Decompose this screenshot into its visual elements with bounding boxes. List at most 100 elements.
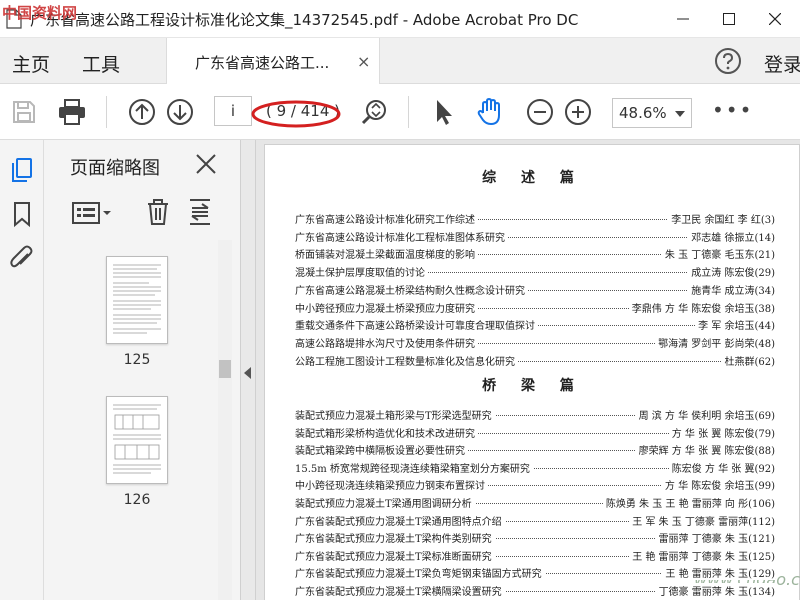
page-thumbnail-125[interactable]: [106, 256, 168, 344]
zoom-out-button[interactable]: [524, 96, 556, 128]
collapse-panel-icon[interactable]: [244, 367, 251, 379]
hand-icon: [477, 97, 500, 126]
toc-entry-authors: 方 华 张 翼 陈宏俊(79): [668, 424, 775, 440]
site-watermark: 中国资料网: [2, 4, 78, 22]
help-icon[interactable]: [714, 47, 742, 75]
menu-tools[interactable]: 工具: [82, 50, 120, 77]
login-link[interactable]: 登录: [764, 50, 800, 77]
toc-entry-authors: 王 艳 雷丽萍 丁德豪 朱 玉(125): [629, 547, 775, 563]
toc-entry-title: 中小跨径现浇连续箱梁预应力钢束布置探讨: [295, 477, 488, 493]
bookmark-icon[interactable]: [8, 200, 36, 228]
thumbnail-scrollbar[interactable]: [218, 240, 232, 600]
tab-close-button[interactable]: ×: [357, 52, 370, 71]
toc-entry-authors: 杜燕群(62): [721, 352, 775, 368]
toc-entry-title: 装配式预应力混凝土箱形梁与T形梁选型研究: [295, 407, 495, 422]
toc-entry-authors: 丁德豪 雷丽萍 朱 玉(134): [655, 583, 775, 598]
save-button[interactable]: [8, 96, 40, 128]
toc-entry-title: 广东省装配式预应力混凝土T梁通用图特点介绍: [295, 512, 505, 528]
toc-entry-title: 广东省装配式预应力混凝土T梁负弯矩钢束锚固方式研究: [295, 565, 545, 581]
toc-entry[interactable]: 广东省装配式预应力混凝土T梁负弯矩钢束锚固方式研究 王 艳 雷丽萍 朱 玉(129…: [295, 565, 775, 581]
toc-entry[interactable]: 混凝土保护层厚度取值的讨论 成立涛 陈宏俊(29): [295, 264, 775, 280]
page-thumbnails-icon[interactable]: [8, 156, 36, 184]
tab-document-label: 广东省高速公路工...: [195, 54, 330, 72]
close-window-button[interactable]: [752, 0, 798, 38]
toc-entry[interactable]: 广东省装配式预应力混凝土T梁标准断面研究 王 艳 雷丽萍 丁德豪 朱 玉(125): [295, 547, 775, 564]
toc-entry[interactable]: 15.5m 桥宽常规跨径现浇连续箱梁箱室划分方案研究 陈宏俊 方 华 张 翼(92…: [295, 459, 775, 476]
toc-entry[interactable]: 中小跨径预应力混凝土桥梁预应力度研究 李鼎伟 方 华 陈宏俊 余培玉(38): [295, 299, 775, 316]
zoom-search-icon: [361, 100, 386, 125]
thumbnail-label: 126: [123, 492, 151, 508]
annotation-ellipse: [251, 100, 341, 128]
toc-entry-title: 装配式箱梁跨中横隔板设置必要性研究: [295, 442, 468, 458]
toc-entry[interactable]: 广东省高速公路设计标准化工程标准图体系研究 邓志雄 徐振立(14): [295, 228, 775, 245]
toc-entry-title: 中小跨径预应力混凝土桥梁预应力度研究: [295, 299, 478, 315]
scrollbar-thumb[interactable]: [219, 360, 231, 378]
toc-entry-authors: 王 军 朱 玉 丁德豪 雷丽萍(112): [629, 512, 775, 528]
cursor-arrow-icon: [437, 100, 452, 125]
toc-entry-authors: 朱 玉 丁德豪 毛玉东(21): [661, 246, 775, 262]
thumbnail-options-icon[interactable]: [72, 200, 112, 226]
navigation-rail: [0, 140, 44, 600]
page-number-input[interactable]: i: [214, 96, 252, 126]
panel-splitter[interactable]: [240, 140, 256, 600]
toc-entry-authors: 鄂海清 罗剑平 彭尚荣(48): [655, 334, 775, 350]
toc-entry-authors: 雷丽萍 丁德豪 朱 玉(121): [655, 530, 775, 546]
tab-document[interactable]: 广东省高速公路工... ×: [166, 38, 380, 84]
save-icon: [13, 101, 35, 123]
pdf-page: 综 述 篇 广东省高速公路设计标准化研究工作综述 李卫民 余国红 李 红(3) 广东…: [264, 144, 800, 600]
chevron-down-icon: [675, 111, 685, 117]
page-thumbnail-126[interactable]: [106, 396, 168, 484]
document-view: 综 述 篇 广东省高速公路设计标准化研究工作综述 李卫民 余国红 李 红(3) 广东…: [256, 140, 800, 600]
menu-home[interactable]: 主页: [12, 50, 50, 77]
window-title: 广东省高速公路工程设计标准化论文集_14372545.pdf - Adobe A…: [30, 11, 579, 29]
toc-entry[interactable]: 装配式预应力混凝土T梁通用图调研分析 陈焕勇 朱 玉 王 艳 雷丽萍 向 彤(10…: [295, 495, 775, 511]
print-button[interactable]: [56, 96, 88, 128]
toc-entry-title: 装配式预应力混凝土T梁通用图调研分析: [295, 495, 475, 510]
toc-entry[interactable]: 装配式预应力混凝土箱形梁与T形梁选型研究 周 滨 方 华 侯利明 余培玉(69): [295, 407, 775, 423]
toc-entry-authors: 邓志雄 徐振立(14): [688, 228, 775, 244]
next-page-button[interactable]: [164, 96, 196, 128]
toc-entry[interactable]: 广东省装配式预应力混凝土T梁通用图特点介绍 王 军 朱 玉 丁德豪 雷丽萍(112…: [295, 512, 775, 529]
toc-entry-title: 高速公路路堤排水沟尺寸及使用条件研究: [295, 334, 478, 350]
toc-entry[interactable]: 广东省高速公路混凝土桥梁结构耐久性概念设计研究 施青华 成立涛(34): [295, 281, 775, 298]
toc-entry-title: 广东省高速公路设计标准化工程标准图体系研究: [295, 228, 508, 244]
hand-tool-button[interactable]: [474, 96, 506, 128]
maximize-button[interactable]: [706, 0, 752, 38]
toc-entry[interactable]: 中小跨径现浇连续箱梁预应力钢束布置探讨 方 华 陈宏俊 余培玉(99): [295, 477, 775, 493]
toc-entry-authors: 方 华 陈宏俊 余培玉(99): [661, 477, 775, 493]
zoom-level-select[interactable]: 48.6%: [612, 98, 692, 128]
paperclip-icon[interactable]: [8, 244, 36, 272]
toc-entry[interactable]: 广东省装配式预应力混凝土T梁构件类别研究 雷丽萍 丁德豪 朱 玉(121): [295, 530, 775, 546]
toc-entry[interactable]: 重载交通条件下高速公路桥梁设计可靠度合理取值探讨 李 军 余培玉(44): [295, 317, 775, 333]
panel-title: 页面缩略图: [70, 158, 160, 179]
title-bar: 广东省高速公路工程设计标准化论文集_14372545.pdf - Adobe A…: [0, 0, 800, 38]
minimize-button[interactable]: [660, 0, 706, 38]
toc-entry[interactable]: 高速公路路堤排水沟尺寸及使用条件研究 鄂海清 罗剑平 彭尚荣(48): [295, 334, 775, 351]
acrobat-window: 广东省高速公路工程设计标准化论文集_14372545.pdf - Adobe A…: [0, 0, 800, 600]
trash-icon[interactable]: [146, 198, 170, 226]
previous-page-button[interactable]: [126, 96, 158, 128]
toc-entry-authors: 陈焕勇 朱 玉 王 艳 雷丽萍 向 彤(106): [602, 495, 775, 510]
minimize-icon: [677, 18, 689, 20]
more-tools-button[interactable]: •••: [712, 98, 753, 122]
zoom-in-button[interactable]: [562, 96, 594, 128]
select-tool-button[interactable]: [428, 96, 460, 128]
panel-toolbar: [70, 194, 246, 234]
toc-entry[interactable]: 公路工程施工图设计工程数量标准化及信息化研究 杜燕群(62): [295, 352, 775, 369]
extract-pages-icon[interactable]: [188, 198, 212, 226]
toc-entry-title: 公路工程施工图设计工程数量标准化及信息化研究: [295, 352, 518, 368]
find-button[interactable]: [358, 96, 390, 128]
toc-entry[interactable]: 桥面铺装对混凝土梁截面温度梯度的影响 朱 玉 丁德豪 毛玉东(21): [295, 246, 775, 262]
arrow-up-circle-icon: [129, 99, 155, 125]
toc-entry[interactable]: 装配式箱形梁桥构造优化和技术改进研究 方 华 张 翼 陈宏俊(79): [295, 424, 775, 441]
toc-entry[interactable]: 广东省高速公路设计标准化研究工作综述 李卫民 余国红 李 红(3): [295, 211, 775, 227]
toc-entry-authors: 李鼎伟 方 华 陈宏俊 余培玉(38): [628, 299, 775, 315]
close-icon[interactable]: [194, 152, 218, 176]
toc-entry[interactable]: 广东省装配式预应力混凝土T梁横隔梁设置研究 丁德豪 雷丽萍 朱 玉(134): [295, 583, 775, 599]
toc-entry-authors: 王 艳 雷丽萍 朱 玉(129): [662, 565, 775, 581]
toolbar: i ( 9 / 414 ) 48.6% •••: [0, 84, 800, 140]
toc-entry-authors: 施青华 成立涛(34): [688, 281, 775, 297]
toc-entry[interactable]: 装配式箱梁跨中横隔板设置必要性研究 廖荣辉 方 华 张 翼 陈宏俊(88): [295, 442, 775, 458]
toc-entry-title: 广东省装配式预应力混凝土T梁构件类别研究: [295, 530, 495, 546]
toc-entry-title: 广东省装配式预应力混凝土T梁横隔梁设置研究: [295, 583, 505, 598]
